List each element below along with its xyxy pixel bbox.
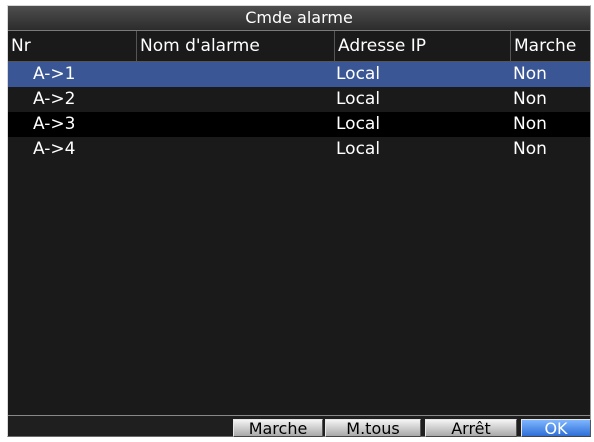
cell-nr: A->4 (33, 139, 76, 159)
column-header-ip: Adresse IP (334, 31, 510, 61)
cell-marche: Non (513, 89, 547, 109)
column-header-marche: Marche (510, 31, 590, 61)
cell-marche: Non (513, 139, 547, 159)
table-row[interactable]: A->4 Local Non (8, 137, 590, 162)
table-header: Nr Nom d'alarme Adresse IP Marche (8, 31, 590, 62)
cell-nr: A->2 (33, 89, 76, 109)
column-header-name: Nom d'alarme (136, 31, 334, 61)
cell-marche: Non (513, 114, 547, 134)
arret-button[interactable]: Arrêt (425, 419, 517, 438)
marche-button[interactable]: Marche (233, 419, 323, 438)
ok-button[interactable]: OK (521, 419, 591, 438)
cell-marche: Non (513, 64, 547, 84)
cell-nr: A->1 (33, 64, 76, 84)
cell-ip: Local (336, 139, 381, 159)
mtous-button[interactable]: M.tous (325, 419, 421, 438)
column-header-nr: Nr (11, 36, 31, 56)
table-row[interactable]: A->3 Local Non (8, 112, 590, 137)
table-row[interactable]: A->2 Local Non (8, 87, 590, 112)
table-row[interactable]: A->1 Local Non (8, 62, 590, 87)
cell-ip: Local (336, 89, 381, 109)
cell-ip: Local (336, 64, 381, 84)
cell-ip: Local (336, 114, 381, 134)
cell-nr: A->3 (33, 114, 76, 134)
alarm-command-window: Cmde alarme Nr Nom d'alarme Adresse IP M… (7, 5, 591, 438)
button-bar: Marche M.tous Arrêt OK (8, 416, 591, 438)
window-title: Cmde alarme (8, 6, 590, 31)
